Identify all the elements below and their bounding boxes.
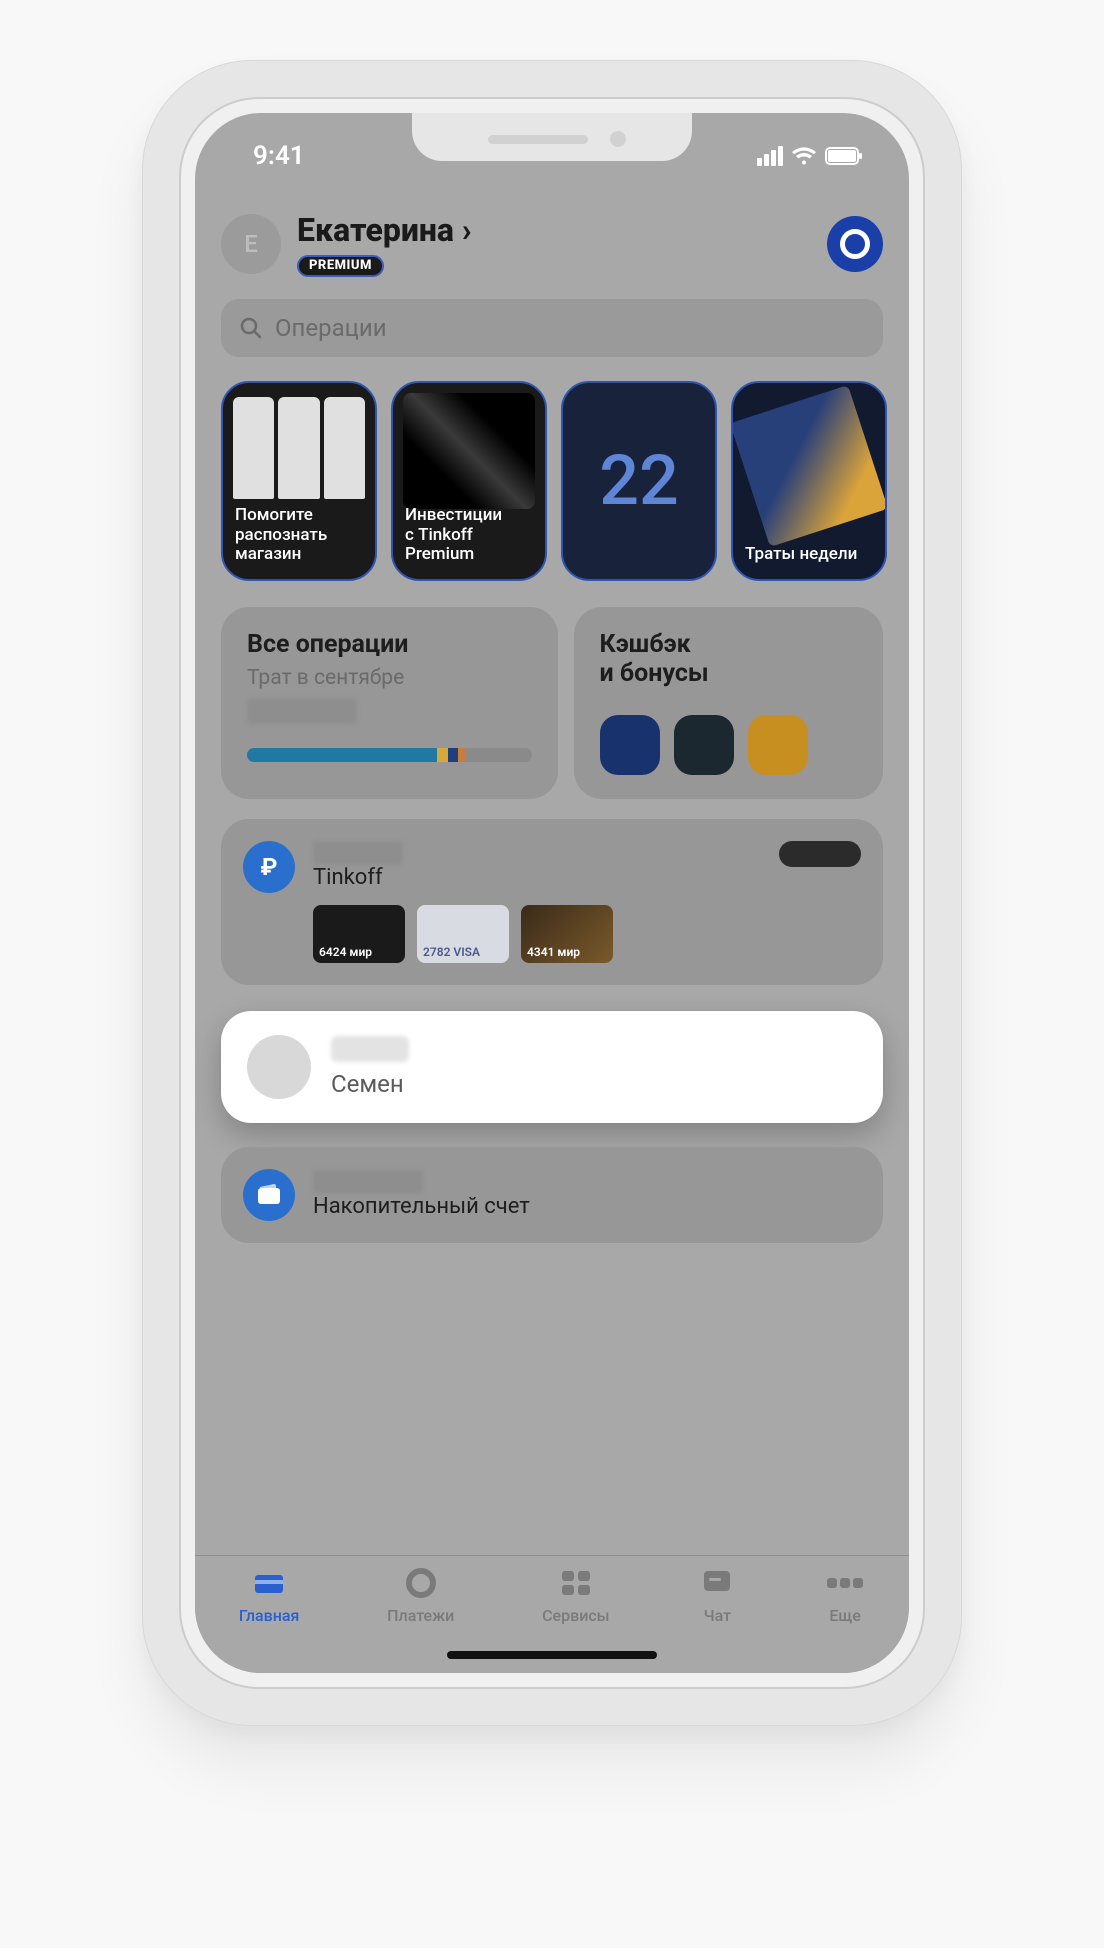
cashback-card[interactable]: Кэшбэк и бонусы — [574, 607, 883, 799]
home-indicator-icon — [447, 1651, 657, 1659]
ruble-icon: ₽ — [243, 841, 295, 893]
linked-card[interactable]: 4341 мир — [521, 905, 613, 963]
account-name: Tinkoff — [313, 865, 761, 890]
story-recognize-store[interactable]: Помогите распознать магазин — [221, 381, 377, 581]
tab-services[interactable]: Сервисы — [542, 1566, 609, 1625]
user-block[interactable]: Екатерина › PREMIUM — [297, 211, 811, 277]
search-placeholder: Операции — [275, 314, 387, 342]
operations-title: Все операции — [247, 631, 532, 660]
summary-cards-row: Все операции Трат в сентябре Кэшбэк и бо… — [221, 607, 883, 799]
redacted-amount — [247, 698, 357, 724]
tab-home[interactable]: Главная — [239, 1566, 300, 1625]
home-tab-icon — [249, 1566, 289, 1600]
cellular-signal-icon — [757, 146, 783, 166]
profile-header[interactable]: E Екатерина › PREMIUM — [221, 211, 883, 277]
redacted-balance — [331, 1036, 409, 1062]
tab-label: Чат — [704, 1606, 732, 1625]
linked-card[interactable]: 2782 VISA — [417, 905, 509, 963]
account-action-pill[interactable] — [779, 841, 861, 867]
story-investments[interactable]: Инвестиции с Tinkoff Premium — [391, 381, 547, 581]
story-card-art-icon — [731, 385, 887, 547]
app-screen: 9:41 E — [195, 113, 909, 1673]
linked-cards-row: 6424 мир 2782 VISA 4341 мир — [313, 905, 861, 963]
story-weekly-spend[interactable]: Траты недели — [731, 381, 887, 581]
services-tab-icon — [556, 1566, 596, 1600]
phone-frame: 9:41 E — [142, 60, 962, 1726]
story-label: Инвестиции с Tinkoff Premium — [405, 506, 533, 565]
child-avatar — [247, 1035, 311, 1099]
tab-label: Главная — [239, 1606, 300, 1625]
stories-row[interactable]: Помогите распознать магазин Инвестиции с… — [221, 381, 883, 581]
linked-card[interactable]: 6424 мир — [313, 905, 405, 963]
savings-account-card[interactable]: Накопительный счет — [221, 1147, 883, 1243]
account-card[interactable]: ₽ Tinkoff 6424 мир 2782 VISA — [221, 819, 883, 985]
cashback-title: Кэшбэк и бонусы — [600, 631, 857, 689]
search-icon — [239, 316, 263, 340]
child-account-name: Семен — [331, 1070, 409, 1098]
avatar-initial: E — [244, 230, 258, 258]
card-digits: 4341 мир — [527, 945, 607, 959]
tab-chat[interactable]: Чат — [697, 1566, 737, 1625]
story-label: Траты недели — [745, 545, 873, 565]
status-time: 9:41 — [253, 141, 305, 171]
payments-tab-icon — [401, 1566, 441, 1600]
operations-subtitle: Трат в сентябре — [247, 666, 532, 690]
card-digits: 2782 VISA — [423, 945, 503, 959]
tab-payments[interactable]: Платежи — [387, 1566, 454, 1625]
story-art-icon — [233, 397, 365, 499]
story-calendar[interactable]: 22 — [561, 381, 717, 581]
redacted-balance — [313, 1170, 423, 1194]
cashback-categories-icon — [600, 715, 857, 775]
wallet-icon — [243, 1169, 295, 1221]
phone-inner: 9:41 E — [179, 97, 925, 1689]
story-label: Помогите распознать магазин — [235, 506, 363, 565]
tab-label: Сервисы — [542, 1606, 609, 1625]
child-account-card[interactable]: Семен — [221, 1011, 883, 1123]
more-tab-icon — [825, 1566, 865, 1600]
story-day-number: 22 — [599, 440, 679, 522]
premium-badge: PREMIUM — [297, 255, 384, 277]
search-input[interactable]: Операции — [221, 299, 883, 357]
tab-label: Еще — [829, 1606, 861, 1625]
savings-label: Накопительный счет — [313, 1194, 530, 1219]
user-avatar[interactable]: E — [221, 214, 281, 274]
wifi-icon — [791, 146, 817, 166]
operations-card[interactable]: Все операции Трат в сентябре — [221, 607, 558, 799]
user-name[interactable]: Екатерина › — [297, 211, 811, 249]
tab-label: Платежи — [387, 1606, 454, 1625]
tab-more[interactable]: Еще — [825, 1566, 865, 1625]
assistant-button[interactable] — [827, 216, 883, 272]
device-notch — [412, 113, 692, 161]
redacted-balance — [313, 841, 403, 865]
spend-bar — [247, 748, 532, 762]
chat-tab-icon — [697, 1566, 737, 1600]
screen-content[interactable]: E Екатерина › PREMIUM Операции — [195, 177, 909, 1555]
circle-ring-icon — [840, 229, 870, 259]
story-art-icon — [403, 393, 535, 509]
status-icons — [757, 146, 863, 166]
battery-icon — [825, 147, 863, 165]
card-digits: 6424 мир — [319, 945, 399, 959]
